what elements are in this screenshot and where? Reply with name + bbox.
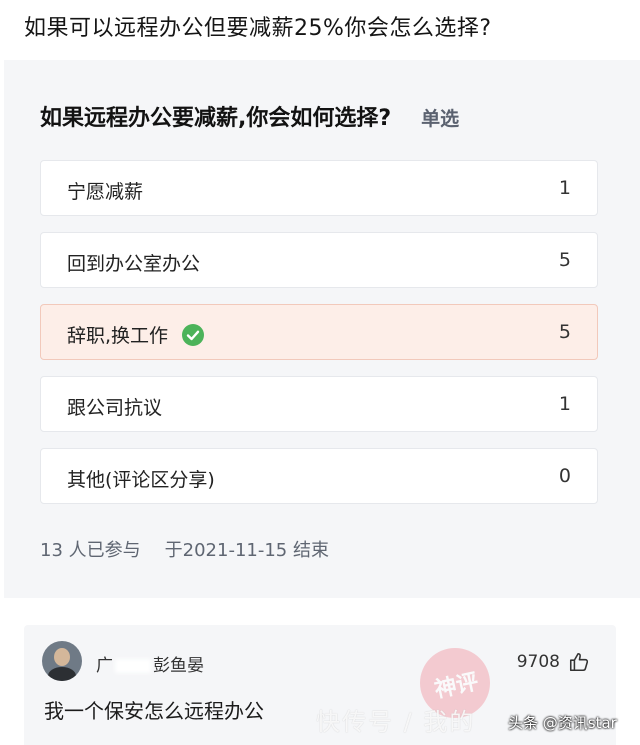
comment-text: 我一个保安怎么远程办公: [44, 699, 264, 723]
poll-end-date: 于2021-11-15 结束: [164, 540, 329, 561]
poll-option[interactable]: 跟公司抗议 1: [40, 376, 598, 432]
poll-option[interactable]: 回到办公室办公 5: [40, 232, 598, 288]
poll-participants: 13 人已参与: [40, 540, 141, 561]
poll-option-count: 0: [558, 465, 571, 487]
poll-option[interactable]: 其他(评论区分享) 0: [40, 448, 598, 504]
poll-option-count: 5: [558, 321, 571, 343]
redaction-blur: [115, 659, 151, 673]
user-name-end: 彭鱼晏: [153, 656, 204, 676]
poll-option-label: 回到办公室办公: [67, 253, 201, 275]
poll-type-label: 单选: [421, 108, 460, 130]
poll-option-selected[interactable]: 辞职,换工作 5: [40, 304, 598, 360]
watermark: 快传号 / 我的: [316, 708, 476, 736]
like-button[interactable]: 9708: [517, 651, 590, 673]
avatar[interactable]: [42, 641, 82, 681]
poll-option[interactable]: 宁愿减薪 1: [40, 160, 598, 216]
user-name-start: 广: [96, 656, 113, 676]
poll-option-label-wrap: 辞职,换工作: [67, 321, 205, 348]
like-count: 9708: [516, 652, 560, 672]
comment-user-name[interactable]: 广 彭鱼晏: [96, 651, 204, 676]
source-tag: 头条 @资讯star: [508, 714, 617, 732]
poll-option-count: 5: [558, 249, 571, 271]
poll-card: 如果远程办公要减薪,你会如何选择? 单选 宁愿减薪 1 回到办公室办公 5 辞职…: [4, 60, 640, 598]
stamp-text: 神评: [432, 669, 481, 704]
poll-option-count: 1: [558, 393, 571, 415]
poll-title: 如果远程办公要减薪,你会如何选择?: [40, 106, 392, 131]
poll-option-label: 宁愿减薪: [67, 181, 144, 203]
poll-option-label: 辞职,换工作: [67, 325, 169, 347]
poll-footer: 13 人已参与 于2021-11-15 结束: [40, 536, 329, 562]
poll-option-label: 其他(评论区分享): [67, 469, 215, 491]
poll-header: 如果远程办公要减薪,你会如何选择? 单选: [40, 100, 459, 132]
poll-option-label: 跟公司抗议: [67, 397, 163, 419]
question-title: 如果可以远程办公但要减薪25%你会怎么选择?: [24, 16, 492, 41]
poll-option-count: 1: [558, 177, 571, 199]
thumbs-up-icon: [569, 652, 589, 672]
check-circle-icon: [182, 323, 205, 346]
